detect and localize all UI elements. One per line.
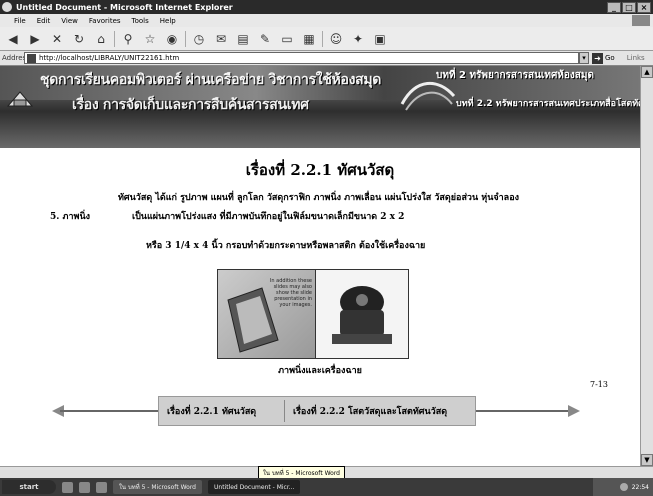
menu-tools[interactable]: Tools [132, 17, 149, 25]
toolbar-separator [185, 30, 186, 47]
window-titlebar: Untitled Document - Microsoft Internet E… [0, 0, 653, 14]
taskbar: start ใน บทที่ 5 - Microsoft Word Untitl… [0, 478, 653, 496]
messenger-icon[interactable]: ☺ [327, 30, 345, 48]
stop-icon[interactable]: ✕ [48, 30, 66, 48]
go-arrow-icon: ➜ [592, 52, 603, 64]
discuss-icon[interactable]: ▭ [278, 30, 296, 48]
back-icon[interactable]: ◀ [4, 30, 22, 48]
task-ie[interactable]: Untitled Document - Micr... [208, 480, 301, 494]
banner-subject: เรื่อง การจัดเก็บและการสืบค้นสารสนเทศ [72, 97, 309, 113]
forward-icon[interactable]: ▶ [26, 30, 44, 48]
vertical-scrollbar[interactable]: ▲ ▼ [640, 66, 653, 466]
item-description-line2: หรือ 3 1/4 x 4 นิ้ว กรอบทำด้วยกระดาษหรือ… [146, 241, 426, 251]
projector-photo [316, 270, 408, 358]
address-label: Address [2, 54, 30, 62]
history-icon[interactable]: ◷ [190, 30, 208, 48]
slide-photo: In addition these slides may also show t… [218, 270, 316, 358]
mail-icon[interactable]: ✉ [212, 30, 230, 48]
edit-icon[interactable]: ✎ [256, 30, 274, 48]
system-tray: 22:54 [593, 478, 653, 496]
minimize-button[interactable]: _ [607, 1, 621, 13]
windows-logo-icon [632, 15, 650, 26]
nav-line-right [472, 410, 572, 412]
nav-link-current[interactable]: เรื่องที่ 2.2.1 ทัศนวัสดุ [159, 404, 284, 418]
page-title: เรื่องที่ 2.2.1 ทัศนวัสดุ [245, 161, 395, 179]
toolbar-separator [114, 30, 115, 47]
start-button[interactable]: start [2, 480, 56, 494]
slide-projector-image: In addition these slides may also show t… [217, 269, 409, 359]
quick-launch-ie-icon[interactable] [62, 481, 73, 493]
maximize-button[interactable]: □ [622, 1, 636, 13]
menu-bar: File Edit View Favorites Tools Help [0, 14, 653, 27]
menu-help[interactable]: Help [160, 17, 176, 25]
task-word[interactable]: ใน บทที่ 5 - Microsoft Word [113, 480, 202, 494]
figure-caption: ภาพนิ่งและเครื่องฉาย [278, 366, 362, 376]
page-content: ชุดการเรียนคอมพิวเตอร์ ผ่านเครือข่าย วิช… [0, 66, 640, 466]
home-icon[interactable]: ⌂ [92, 30, 110, 48]
go-label: Go [605, 54, 615, 62]
menu-favorites[interactable]: Favorites [89, 17, 121, 25]
nav-line-left [60, 410, 160, 412]
menu-edit[interactable]: Edit [37, 17, 51, 25]
quick-launch-desktop-icon[interactable] [79, 481, 90, 493]
item-number: 5. ภาพนิ่ง [50, 212, 90, 222]
page-number: 7-13 [590, 380, 608, 389]
sub-unit-title: บทที่ 2.2 ทรัพยากรสารสนเทศประเภทสื่อโสตท… [456, 99, 640, 109]
item-description-line1: เป็นแผ่นภาพโปร่งแสง ที่มีภาพบันทึกอยู่ใน… [132, 212, 405, 222]
window-title: Untitled Document - Microsoft Internet E… [16, 2, 233, 12]
window-controls: _ □ × [607, 1, 651, 13]
address-url: http://localhost/LIBRALY/UNIT22161.htm [39, 54, 180, 62]
book-logo-icon [6, 91, 34, 107]
course-banner: ชุดการเรียนคอมพิวเตอร์ ผ่านเครือข่าย วิช… [0, 66, 640, 148]
chevron-down-icon[interactable]: ▾ [579, 52, 589, 64]
projector-icon [332, 286, 392, 344]
research-icon[interactable]: ▦ [300, 30, 318, 48]
media-icon[interactable]: ◉ [163, 30, 181, 48]
quick-launch-media-icon[interactable] [96, 481, 107, 493]
scroll-down-icon[interactable]: ▼ [641, 454, 653, 466]
ie-icon [2, 2, 12, 12]
refresh-icon[interactable]: ↻ [70, 30, 88, 48]
search-icon[interactable]: ⚲ [119, 30, 137, 48]
word-icon[interactable]: ▣ [371, 30, 389, 48]
scroll-up-icon[interactable]: ▲ [641, 66, 653, 78]
close-button[interactable]: × [637, 1, 651, 13]
nav-links-box: เรื่องที่ 2.2.1 ทัศนวัสดุ เรื่องที่ 2.2.… [158, 396, 476, 426]
arrow-right-icon [568, 405, 580, 417]
figure-inner-caption: In addition these slides may also show t… [269, 278, 312, 308]
menu-file[interactable]: File [14, 17, 26, 25]
unit-title: บทที่ 2 ทรัพยากรสารสนเทศห้องสมุด [436, 70, 594, 81]
menu-view[interactable]: View [61, 17, 78, 25]
address-input[interactable]: http://localhost/LIBRALY/UNIT22161.htm [24, 52, 579, 64]
tray-network-icon[interactable] [619, 483, 628, 491]
go-button[interactable]: ➜ Go [592, 52, 615, 64]
clock: 22:54 [631, 483, 649, 491]
toolbar: ◀ ▶ ✕ ↻ ⌂ ⚲ ☆ ◉ ◷ ✉ ▤ ✎ ▭ ▦ ☺ ✦ ▣ [0, 27, 653, 51]
address-bar: Address http://localhost/LIBRALY/UNIT221… [0, 51, 653, 66]
page-icon [27, 53, 36, 63]
favorites-icon[interactable]: ☆ [141, 30, 159, 48]
intro-paragraph: ทัศนวัสดุ ได้แก่ รูปภาพ แผนที่ ลูกโลก วั… [118, 193, 520, 203]
page-navigation: เรื่องที่ 2.2.1 ทัศนวัสดุ เรื่องที่ 2.2.… [0, 396, 640, 426]
links-label[interactable]: Links [627, 54, 645, 62]
tools-icon[interactable]: ✦ [349, 30, 367, 48]
nav-link-next[interactable]: เรื่องที่ 2.2.2 โสตวัสดุและโสตทัศนวัสดุ [285, 404, 455, 418]
toolbar-separator [322, 30, 323, 47]
banner-title: ชุดการเรียนคอมพิวเตอร์ ผ่านเครือข่าย วิช… [40, 72, 382, 88]
print-icon[interactable]: ▤ [234, 30, 252, 48]
